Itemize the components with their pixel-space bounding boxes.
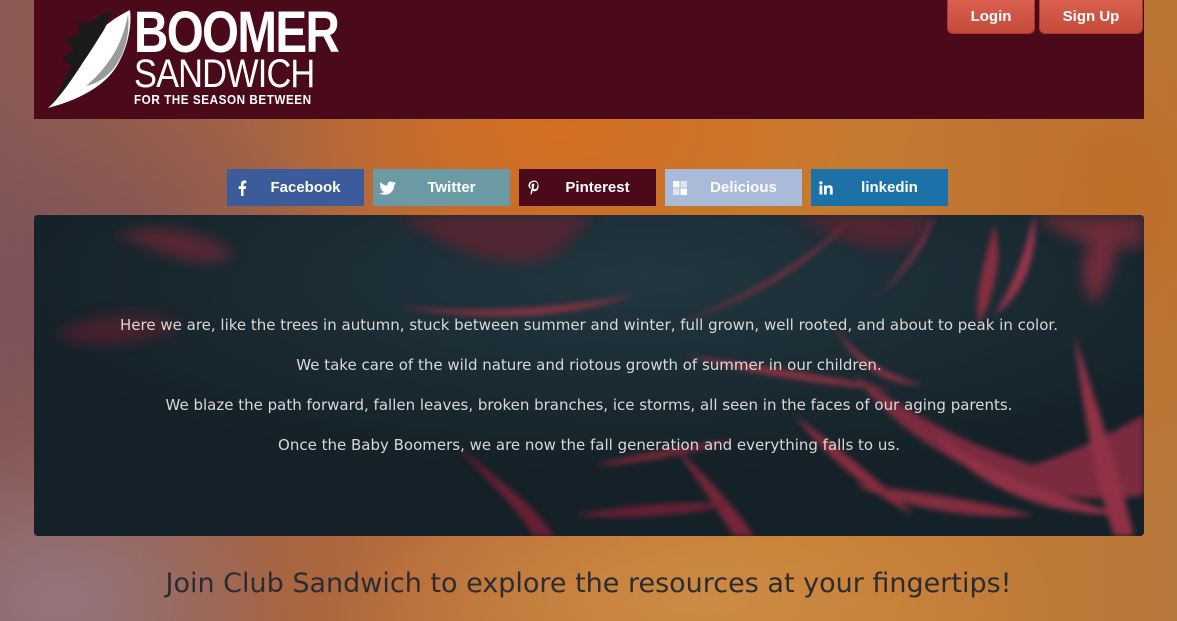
facebook-icon xyxy=(227,180,257,196)
share-delicious-label: Delicious xyxy=(710,179,777,196)
logo-tagline: FOR THE SEASON BETWEEN xyxy=(134,92,312,107)
site-logo[interactable]: BOOMER SANDWICH FOR THE SEASON BETWEEN xyxy=(42,4,340,112)
hero-line: Here we are, like the trees in autumn, s… xyxy=(120,316,1058,334)
share-facebook-label: Facebook xyxy=(270,179,341,196)
share-linkedin-label: linkedin xyxy=(861,179,918,196)
share-pinterest-button[interactable]: Pinterest xyxy=(519,169,656,206)
share-linkedin-button[interactable]: linkedin xyxy=(811,169,948,206)
signup-button[interactable]: Sign Up xyxy=(1039,0,1143,34)
share-pinterest-label: Pinterest xyxy=(565,179,630,196)
share-twitter-label: Twitter xyxy=(427,179,476,196)
share-facebook-button[interactable]: Facebook xyxy=(227,169,364,206)
logo-subtitle: SANDWICH xyxy=(134,52,315,96)
share-twitter-button[interactable]: Twitter xyxy=(373,169,510,206)
twitter-icon xyxy=(373,181,403,195)
share-delicious-button[interactable]: Delicious xyxy=(665,169,802,206)
hero-text: Here we are, like the trees in autumn, s… xyxy=(34,315,1144,475)
pinterest-icon xyxy=(519,180,549,196)
hero-line: Once the Baby Boomers, we are now the fa… xyxy=(278,436,900,454)
linkedin-icon xyxy=(811,180,841,195)
login-button[interactable]: Login xyxy=(947,0,1035,34)
hero-line: We blaze the path forward, fallen leaves… xyxy=(165,396,1013,414)
hero-banner: Here we are, like the trees in autumn, s… xyxy=(34,215,1144,536)
delicious-icon xyxy=(665,180,695,195)
leaf-logo-icon xyxy=(48,10,131,108)
hero-line: We take care of the wild nature and riot… xyxy=(296,356,882,374)
join-heading: Join Club Sandwich to explore the resour… xyxy=(165,568,1012,599)
share-buttons: Facebook Twitter Pinterest Delicious lin… xyxy=(227,169,948,206)
